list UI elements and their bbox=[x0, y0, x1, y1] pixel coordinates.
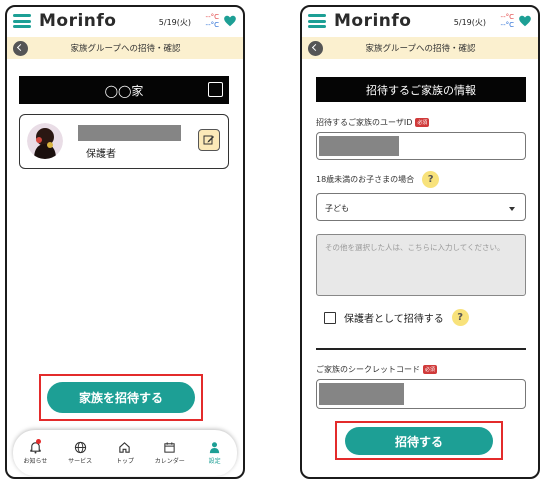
invite-submit-button[interactable]: 招待する bbox=[345, 427, 493, 455]
divider bbox=[316, 348, 526, 350]
nav-label: カレンダー bbox=[154, 458, 185, 465]
date-label: 5/19(火) bbox=[453, 18, 486, 27]
nav-item-settings[interactable]: 設定 bbox=[193, 441, 237, 465]
secret-code-field[interactable] bbox=[316, 379, 526, 409]
heart-icon[interactable] bbox=[518, 14, 532, 28]
sub-header: 家族グループへの招待・確認 bbox=[302, 37, 538, 59]
nav-label: サービス bbox=[68, 458, 93, 465]
secret-code-label: ご家族のシークレットコード 必須 bbox=[316, 364, 438, 375]
menu-icon[interactable] bbox=[13, 14, 31, 28]
textarea-placeholder: その他を選択した人は、こちらに入力してください。 bbox=[325, 243, 505, 252]
required-badge: 必須 bbox=[415, 118, 430, 127]
member-role: 保護者 bbox=[86, 149, 116, 160]
chevron-down-icon bbox=[509, 207, 515, 211]
guardian-checkbox[interactable] bbox=[324, 311, 336, 324]
home-icon bbox=[119, 442, 131, 453]
phone-screen-right: Morinfo 5/19(火) --°C --°C 家族グループへの招待・確認 招… bbox=[300, 5, 540, 479]
user-id-redacted bbox=[319, 136, 399, 156]
invite-family-button[interactable]: 家族を招待する bbox=[47, 382, 195, 413]
nav-item-top[interactable]: トップ bbox=[103, 441, 147, 465]
family-name: ◯◯家 bbox=[104, 83, 144, 98]
secret-code-label-text: ご家族のシークレットコード bbox=[316, 365, 420, 374]
page-title: 家族グループへの招待・確認 bbox=[70, 44, 181, 54]
edit-family-icon[interactable] bbox=[208, 82, 223, 97]
person-icon bbox=[209, 442, 220, 454]
temp-low: --°C bbox=[205, 21, 219, 29]
menu-icon[interactable] bbox=[308, 14, 326, 28]
member-name-redacted bbox=[78, 125, 181, 141]
user-id-label: 招待するご家族のユーザID 必須 bbox=[316, 117, 430, 128]
temp-high: --°C bbox=[500, 13, 514, 21]
temperature: --°C --°C bbox=[501, 13, 514, 29]
temp-high: --°C bbox=[205, 13, 219, 21]
relation-select-value: 子ども bbox=[325, 204, 349, 213]
brand-logo: Morinfo bbox=[39, 11, 117, 31]
other-relation-textarea[interactable]: その他を選択した人は、こちらに入力してください。 bbox=[316, 234, 526, 296]
brand-logo: Morinfo bbox=[334, 11, 412, 31]
relation-select[interactable]: 子ども bbox=[316, 193, 526, 221]
temp-low: --°C bbox=[500, 21, 514, 29]
back-button[interactable] bbox=[13, 40, 28, 56]
secret-code-redacted bbox=[319, 383, 404, 405]
user-id-label-text: 招待するご家族のユーザID bbox=[316, 118, 413, 127]
bottom-navigation: お知らせ サービス トップ カレンダー 設定 bbox=[13, 430, 237, 476]
nav-label: 設定 bbox=[208, 458, 221, 465]
section-title: 招待するご家族の情報 bbox=[316, 77, 526, 102]
child-label-text: 18歳未満のお子さまの場合 bbox=[316, 175, 415, 184]
nav-item-notifications[interactable]: お知らせ bbox=[13, 439, 57, 465]
date-label: 5/19(火) bbox=[158, 18, 191, 27]
nav-label: トップ bbox=[115, 458, 134, 465]
nav-label: お知らせ bbox=[23, 458, 48, 465]
nav-item-calendar[interactable]: カレンダー bbox=[148, 441, 192, 465]
guardian-option: 保護者として招待する ? bbox=[324, 309, 469, 326]
avatar bbox=[27, 123, 63, 159]
app-header: Morinfo 5/19(火) --°C --°C bbox=[7, 7, 243, 35]
pencil-icon bbox=[203, 135, 214, 145]
globe-icon bbox=[74, 441, 86, 454]
child-label: 18歳未満のお子さまの場合 ? bbox=[316, 171, 440, 188]
help-icon[interactable]: ? bbox=[422, 171, 440, 188]
invite-button-highlight: 家族を招待する bbox=[39, 374, 203, 421]
page-title: 家族グループへの招待・確認 bbox=[365, 44, 476, 54]
sub-header: 家族グループへの招待・確認 bbox=[7, 37, 243, 59]
family-name-header: ◯◯家 bbox=[19, 76, 229, 104]
member-card: 保護者 bbox=[19, 114, 229, 169]
required-badge: 必須 bbox=[423, 365, 438, 374]
user-id-field[interactable] bbox=[316, 132, 526, 160]
help-icon[interactable]: ? bbox=[451, 309, 469, 326]
back-button[interactable] bbox=[308, 40, 323, 56]
edit-member-button[interactable] bbox=[198, 129, 220, 151]
temperature: --°C --°C bbox=[206, 13, 219, 29]
calendar-icon bbox=[164, 442, 175, 453]
heart-icon[interactable] bbox=[223, 14, 237, 28]
nav-item-services[interactable]: サービス bbox=[58, 441, 102, 465]
submit-button-highlight: 招待する bbox=[335, 421, 503, 460]
guardian-checkbox-label[interactable]: 保護者として招待する bbox=[344, 310, 444, 325]
app-header: Morinfo 5/19(火) --°C --°C bbox=[302, 7, 538, 35]
